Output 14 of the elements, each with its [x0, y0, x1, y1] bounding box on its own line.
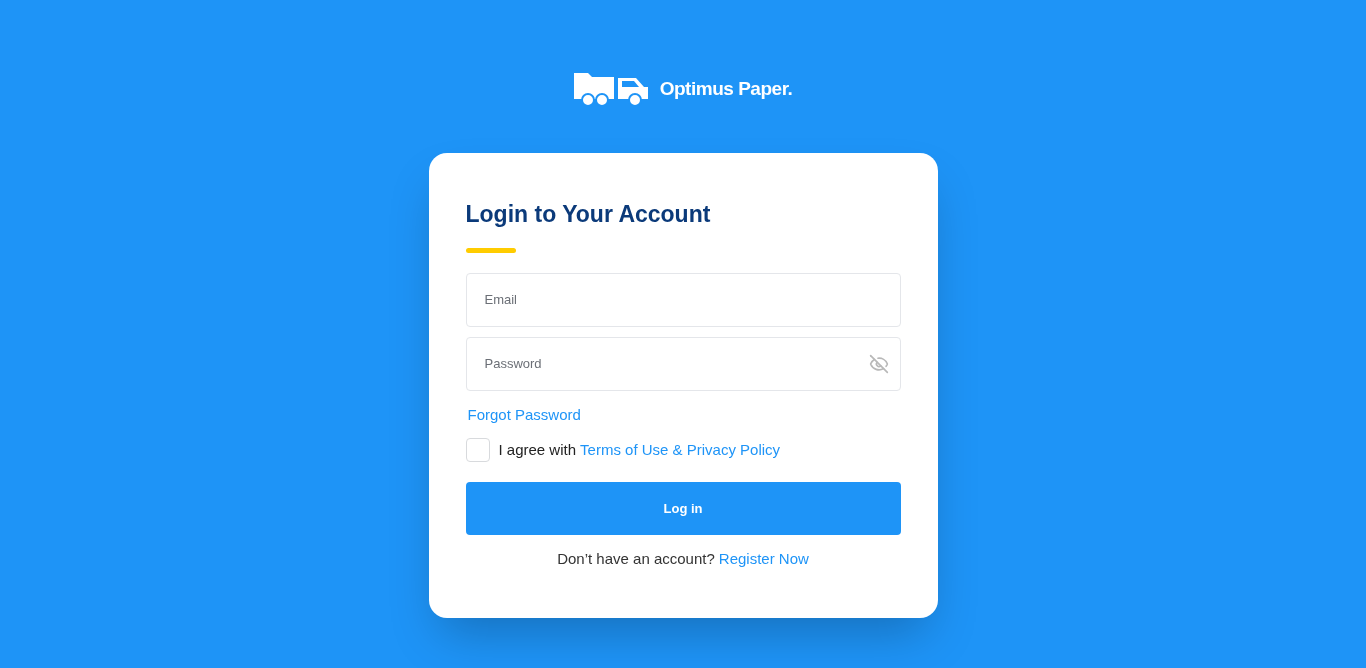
terms-link[interactable]: Terms of Use & Privacy Policy	[580, 438, 781, 462]
card-title: Login to Your Account	[465, 200, 712, 229]
title-underline	[465, 247, 516, 253]
eye-off-icon[interactable]	[868, 353, 889, 374]
email-field[interactable]: Email	[465, 272, 901, 327]
truck-icon	[573, 73, 648, 106]
agree-text: I agree with	[498, 439, 577, 460]
register-link[interactable]: Register Now	[718, 548, 809, 571]
register-prompt: Don’t have an account?	[557, 549, 715, 569]
agree-checkbox[interactable]	[465, 438, 490, 462]
brand-name: Optimus Paper.	[659, 77, 793, 102]
password-field[interactable]: Password	[465, 336, 901, 391]
login-button[interactable]: Log in	[465, 482, 901, 535]
forgot-password-link[interactable]: Forgot Password	[467, 403, 581, 426]
